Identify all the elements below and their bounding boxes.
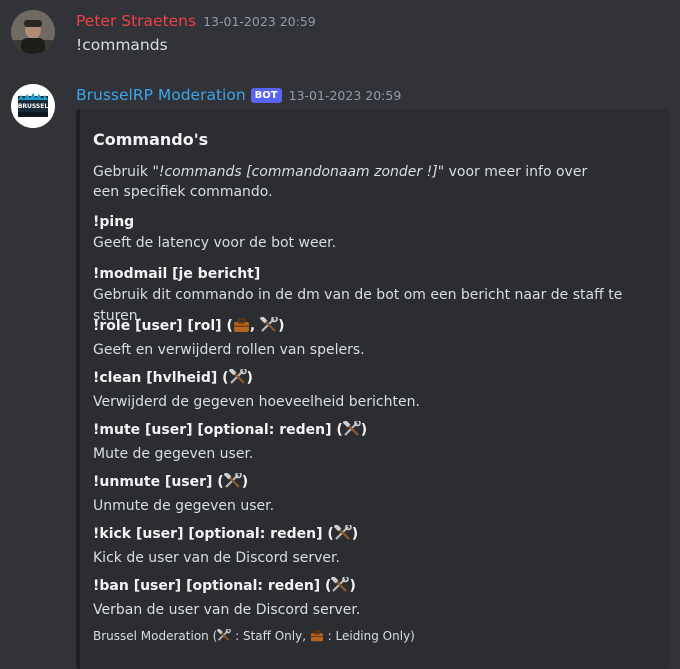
field-value: Unmute de gegeven user. — [93, 498, 275, 514]
author-name[interactable]: BrusselRP Moderation — [76, 86, 246, 104]
embed-title: Commando's — [93, 130, 209, 149]
author-name[interactable]: Peter Straetens — [76, 12, 196, 30]
embed-description: Gebruik "!commands [commandonaam zonder … — [93, 162, 613, 202]
embed-field: !ban [user] [optional: reden] () Verban … — [93, 575, 361, 621]
hammer-wrench-icon — [331, 575, 350, 600]
field-name: !ban [user] [optional: reden] — [93, 578, 321, 594]
embed: Commando's Gebruik "!commands [commandon… — [76, 109, 670, 669]
field-value: Kick de user van de Discord server. — [93, 550, 340, 566]
field-name: !role [user] [rol] — [93, 318, 222, 334]
hammer-wrench-icon — [259, 315, 278, 340]
bot-avatar[interactable]: BRUSSEL — [11, 84, 55, 128]
field-value: Verwijderd de gegeven hoeveelheid berich… — [93, 394, 420, 410]
field-name: !kick [user] [optional: reden] — [93, 526, 323, 542]
field-name: !modmail [je bericht] — [93, 266, 261, 282]
footer-text: : Staff Only, — [231, 629, 310, 643]
field-value: Geeft de latency voor de bot weer. — [93, 235, 337, 251]
timestamp: 13-01-2023 20:59 — [288, 88, 402, 103]
message-header: BrusselRP Moderation BOT 13-01-2023 20:59 — [76, 85, 401, 104]
field-name: !unmute [user] — [93, 474, 213, 490]
bot-badge: BOT — [250, 88, 282, 103]
field-value: Mute de gegeven user. — [93, 446, 254, 462]
embed-field: !ping Geeft de latency voor de bot weer. — [93, 212, 336, 254]
field-name: !clean [hvlheid] — [93, 370, 218, 386]
footer-text: : Leiding Only) — [323, 629, 415, 643]
field-name: !mute [user] [optional: reden] — [93, 422, 332, 438]
message-header: Peter Straetens 13-01-2023 20:59 — [76, 11, 316, 30]
embed-footer: Brussel Moderation ( : Staff Only, : Lei… — [93, 628, 415, 645]
briefcase-icon — [310, 630, 324, 645]
hammer-wrench-icon — [342, 419, 361, 444]
briefcase-icon — [233, 318, 250, 340]
embed-field: !kick [user] [optional: reden] () Kick d… — [93, 523, 358, 569]
field-value: Geeft en verwijderd rollen van spelers. — [93, 342, 365, 358]
embed-field: !mute [user] [optional: reden] () Mute d… — [93, 419, 367, 465]
description-text: Gebruik — [93, 164, 153, 180]
field-name: !ping — [93, 214, 135, 230]
hammer-wrench-icon — [216, 628, 232, 645]
message-content: !commands — [76, 36, 168, 54]
timestamp: 13-01-2023 20:59 — [203, 14, 316, 29]
embed-field: !unmute [user] () Unmute de gegeven user… — [93, 471, 275, 517]
footer-text: Brussel Moderation ( — [93, 629, 218, 643]
avatar-logo-text: BRUSSEL — [18, 103, 49, 110]
hammer-wrench-icon — [333, 523, 352, 548]
user-avatar[interactable] — [11, 10, 55, 54]
hammer-wrench-icon — [228, 367, 247, 392]
embed-field: !role [user] [rol] (, ) Geeft en verwijd… — [93, 315, 365, 361]
embed-field: !clean [hvlheid] () Verwijderd de gegeve… — [93, 367, 420, 413]
hammer-wrench-icon — [223, 471, 242, 496]
description-italic: "!commands [commandonaam zonder !]" — [152, 164, 445, 180]
field-value: Verban de user van de Discord server. — [93, 602, 361, 618]
